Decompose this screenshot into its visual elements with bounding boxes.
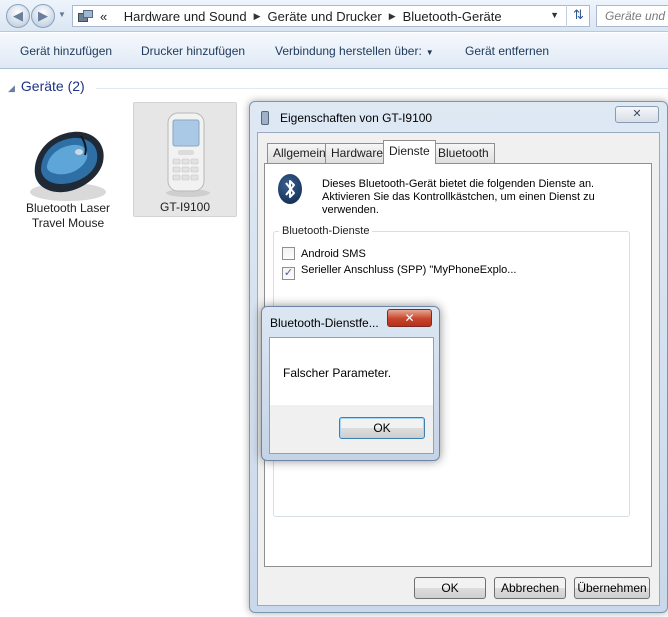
close-icon[interactable]: ✕ (387, 309, 432, 327)
checkbox-checked[interactable]: ✓ (282, 267, 295, 280)
phone-icon (166, 112, 210, 197)
breadcrumb-hardware-und-sound[interactable]: Hardware und Sound (124, 9, 247, 24)
forward-arrow-icon[interactable]: ▶ (31, 4, 55, 28)
service-label: Android SMS (301, 248, 366, 260)
error-ok-button[interactable]: OK (339, 417, 425, 439)
bluetooth-rune-icon (285, 180, 295, 198)
search-input[interactable]: Geräte und (596, 5, 668, 27)
connect-via-button[interactable]: Verbindung herstellen über: ▼ (275, 44, 434, 58)
breadcrumb[interactable]: « Hardware und Sound ▶ Geräte und Drucke… (72, 5, 590, 27)
remove-device-button[interactable]: Gerät entfernen (465, 44, 549, 58)
devices-folder-icon (78, 9, 94, 23)
phone-small-icon (261, 111, 269, 125)
back-arrow-icon[interactable]: ◀ (6, 4, 30, 28)
address-bar: ◀ ▶ ▼ « Hardware und Sound ▶ Geräte und … (0, 0, 668, 32)
group-divider (96, 88, 668, 89)
service-label: Serieller Anschluss (SPP) "MyPhoneExplo.… (301, 264, 517, 276)
ok-button[interactable]: OK (414, 577, 486, 599)
service-serial-port[interactable]: ✓ Serieller Anschluss (SPP) "MyPhoneExplo… (282, 264, 516, 280)
tab-hardware[interactable]: Hardware (325, 143, 390, 163)
service-android-sms[interactable]: Android SMS (282, 247, 366, 260)
cancel-button[interactable]: Abbrechen (494, 577, 566, 599)
bluetooth-icon (278, 174, 302, 204)
error-message: Falscher Parameter. (283, 366, 392, 380)
device-mouse[interactable]: Bluetooth Laser Travel Mouse (16, 112, 120, 232)
device-phone[interactable]: GT-I9100 (133, 102, 237, 217)
breadcrumb-overflow[interactable]: « (100, 9, 107, 24)
device-mouse-label-2: Travel Mouse (31, 216, 105, 230)
error-dialog-body: Falscher Parameter. OK (269, 337, 434, 454)
device-mouse-label-1: Bluetooth Laser (25, 201, 111, 215)
error-message-area: Falscher Parameter. (270, 338, 433, 405)
refresh-icon[interactable]: ⇅ (566, 5, 590, 27)
mouse-icon (30, 131, 106, 201)
devices-group-title: Geräte (2) (20, 78, 85, 94)
add-printer-button[interactable]: Drucker hinzufügen (141, 44, 245, 58)
error-dialog-title: Bluetooth-Dienstfe... (270, 316, 379, 330)
breadcrumb-geraete-und-drucker[interactable]: Geräte und Drucker (268, 9, 382, 24)
command-bar: Gerät hinzufügen Drucker hinzufügen Verb… (0, 33, 668, 69)
properties-window-title: Eigenschaften von GT-I9100 (280, 111, 433, 125)
device-phone-label: GT-I9100 (159, 200, 211, 214)
connect-via-label: Verbindung herstellen über: (275, 44, 422, 58)
breadcrumb-separator-icon[interactable]: ▶ (254, 11, 261, 22)
devices-group-header[interactable]: ◢ Geräte (2) (8, 78, 85, 94)
recent-pages-chevron-icon[interactable]: ▼ (58, 10, 66, 19)
breadcrumb-bluetooth-geraete[interactable]: Bluetooth-Geräte (403, 9, 502, 24)
tab-bluetooth[interactable]: Bluetooth (432, 143, 495, 163)
services-description: Dieses Bluetooth-Gerät bietet die folgen… (322, 178, 595, 216)
tab-allgemein[interactable]: Allgemein (267, 143, 332, 163)
chevron-down-icon: ▼ (425, 48, 434, 57)
checkbox-unchecked[interactable] (282, 247, 295, 260)
services-group-label: Bluetooth-Dienste (279, 225, 373, 237)
close-icon[interactable]: ✕ (615, 106, 659, 123)
error-dialog: Bluetooth-Dienstfe... ✕ Falscher Paramet… (261, 306, 440, 461)
tab-dienste[interactable]: Dienste (383, 140, 436, 164)
apply-button[interactable]: Übernehmen (574, 577, 650, 599)
breadcrumb-separator-icon[interactable]: ▶ (389, 11, 396, 22)
address-history-chevron-icon[interactable]: ▼ (550, 10, 559, 20)
breadcrumb-spacer (114, 11, 117, 21)
add-device-button[interactable]: Gerät hinzufügen (20, 44, 112, 58)
collapse-chevron-icon[interactable]: ◢ (8, 83, 15, 93)
